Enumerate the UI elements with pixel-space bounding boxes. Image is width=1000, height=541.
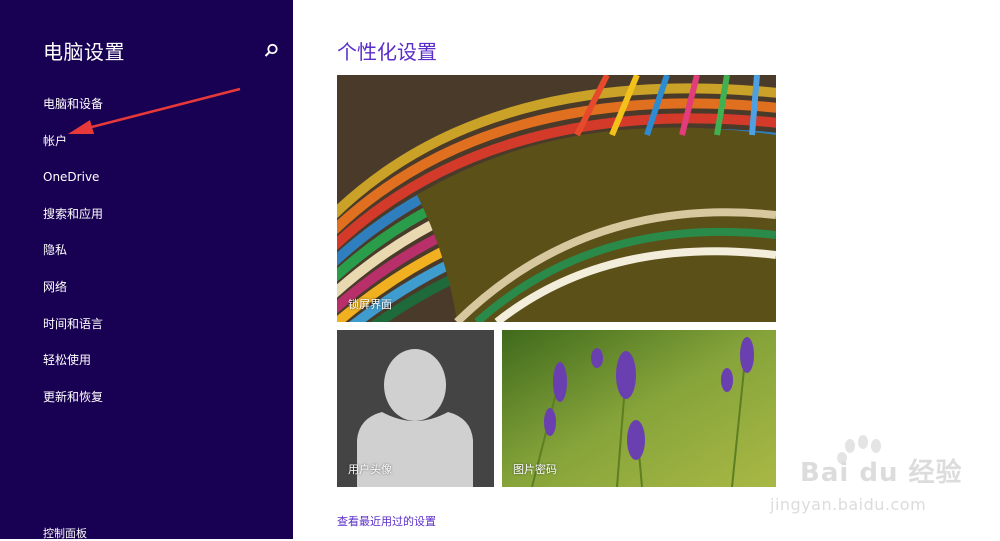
recent-settings-link[interactable]: 查看最近用过的设置 [337, 513, 436, 529]
sidebar-item-ease-of-access[interactable]: 轻松使用 [43, 348, 103, 385]
sidebar-item-onedrive[interactable]: OneDrive [43, 165, 103, 202]
account-picture-tile[interactable]: 用户头像 [337, 330, 494, 487]
sidebar-nav: 电脑和设备 帐户 OneDrive 搜索和应用 隐私 网络 时间和语言 轻松使用… [43, 92, 103, 421]
sidebar-item-update-recovery[interactable]: 更新和恢复 [43, 385, 103, 422]
lock-screen-image [337, 75, 776, 322]
picture-password-tile[interactable]: 图片密码 [502, 330, 776, 487]
lock-screen-label: 锁屏界面 [348, 298, 392, 311]
lock-screen-tile[interactable]: 锁屏界面 [337, 75, 776, 322]
sidebar-item-pc-devices[interactable]: 电脑和设备 [43, 92, 103, 129]
baidu-watermark-url: jingyan.baidu.com [770, 495, 927, 514]
baidu-watermark: Bai du 经验 [800, 458, 963, 488]
sidebar-item-accounts[interactable]: 帐户 [43, 129, 103, 166]
sidebar: 电脑设置 电脑和设备 帐户 OneDrive 搜索和应用 隐私 网络 时间和语言… [0, 0, 293, 540]
sidebar-item-network[interactable]: 网络 [43, 275, 103, 312]
sidebar-item-privacy[interactable]: 隐私 [43, 238, 103, 275]
search-icon[interactable] [262, 42, 280, 60]
picture-password-label: 图片密码 [513, 463, 557, 476]
sidebar-title: 电脑设置 [43, 40, 125, 64]
page-title: 个性化设置 [337, 40, 437, 64]
sidebar-item-search-apps[interactable]: 搜索和应用 [43, 202, 103, 239]
account-picture-label: 用户头像 [348, 463, 392, 476]
sidebar-item-time-language[interactable]: 时间和语言 [43, 312, 103, 349]
